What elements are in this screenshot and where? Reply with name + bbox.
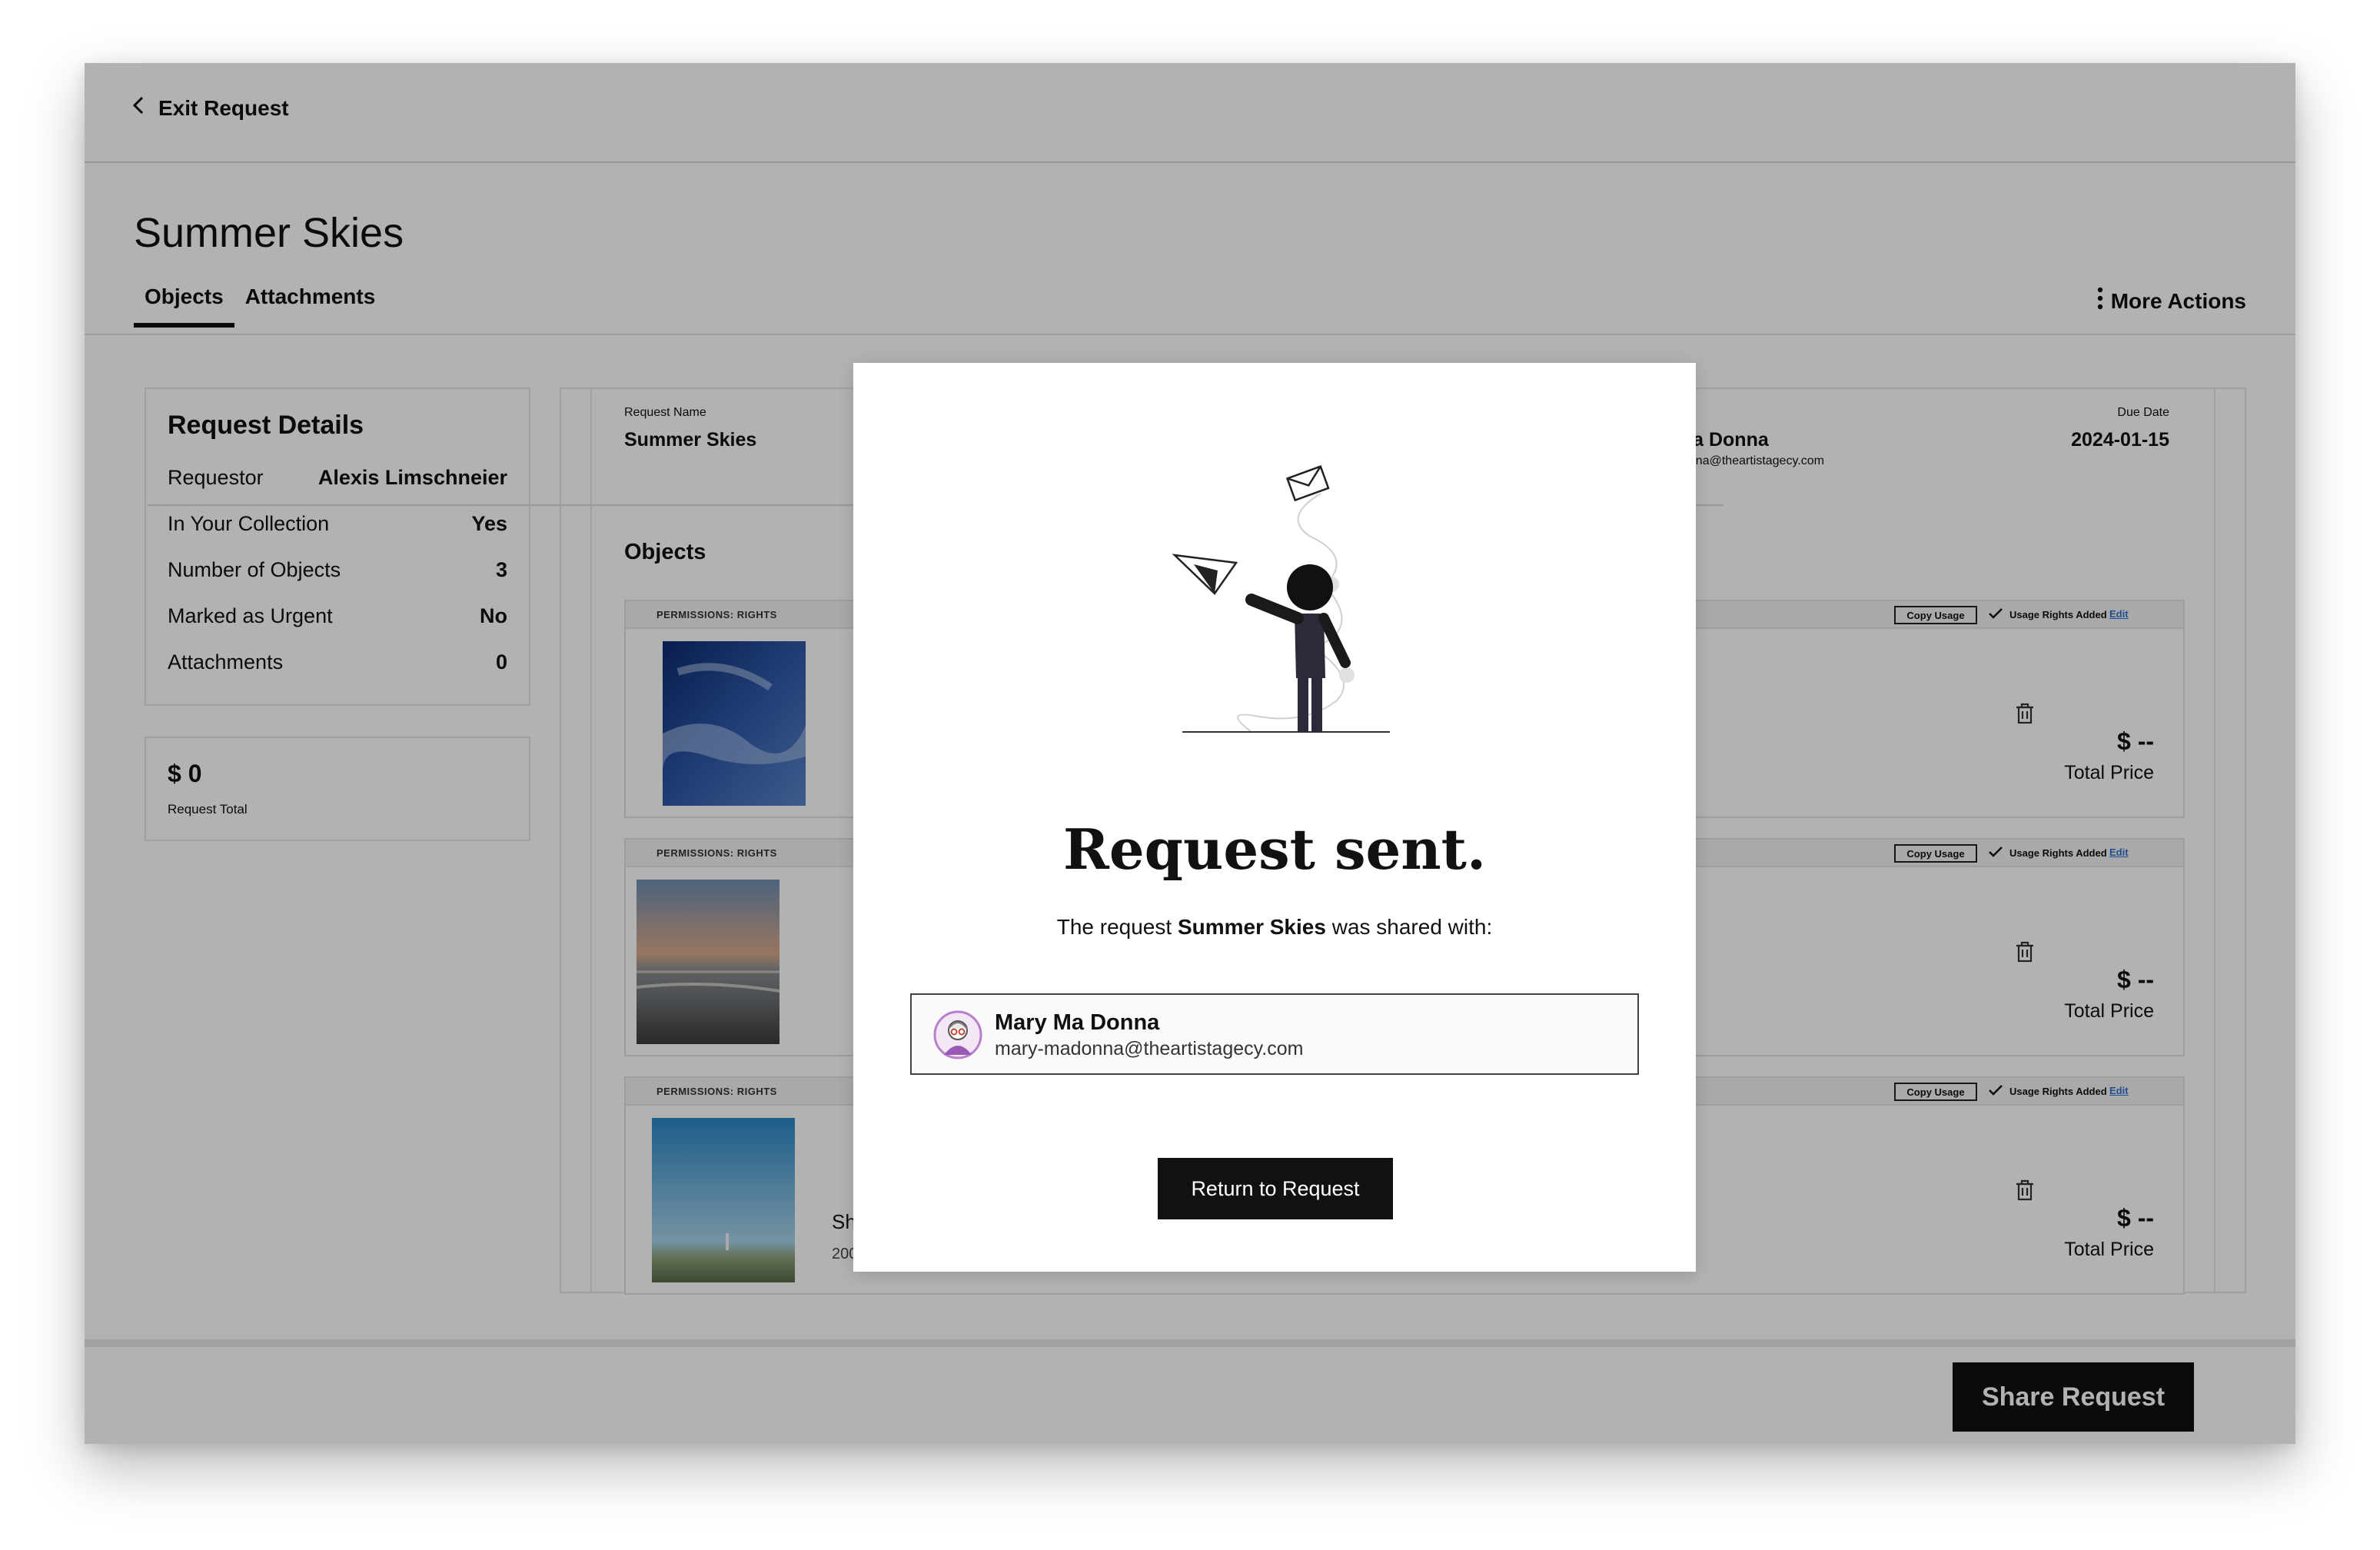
modal-subtitle: The request Summer Skies was shared with…: [853, 915, 1696, 940]
user-avatar-icon: [933, 1010, 982, 1059]
shared-recipient-email: mary-madonna@theartistagecy.com: [995, 1038, 1304, 1059]
subtitle-prefix: The request: [1056, 915, 1172, 939]
return-to-request-button[interactable]: Return to Request: [1158, 1158, 1393, 1219]
subtitle-request-name: Summer Skies: [1177, 915, 1326, 939]
shared-recipient-name: Mary Ma Donna: [995, 1010, 1160, 1035]
shared-recipient-box: Mary Ma Donna mary-madonna@theartistagec…: [910, 993, 1639, 1075]
request-sent-modal: Request sent. The request Summer Skies w…: [853, 363, 1696, 1272]
app-window: Exit Request Summer Skies Objects Attach…: [85, 63, 2295, 1444]
paper-plane-person-illustration: [1167, 447, 1398, 759]
subtitle-suffix: was shared with:: [1331, 915, 1493, 939]
modal-title: Request sent.: [1062, 817, 1487, 882]
